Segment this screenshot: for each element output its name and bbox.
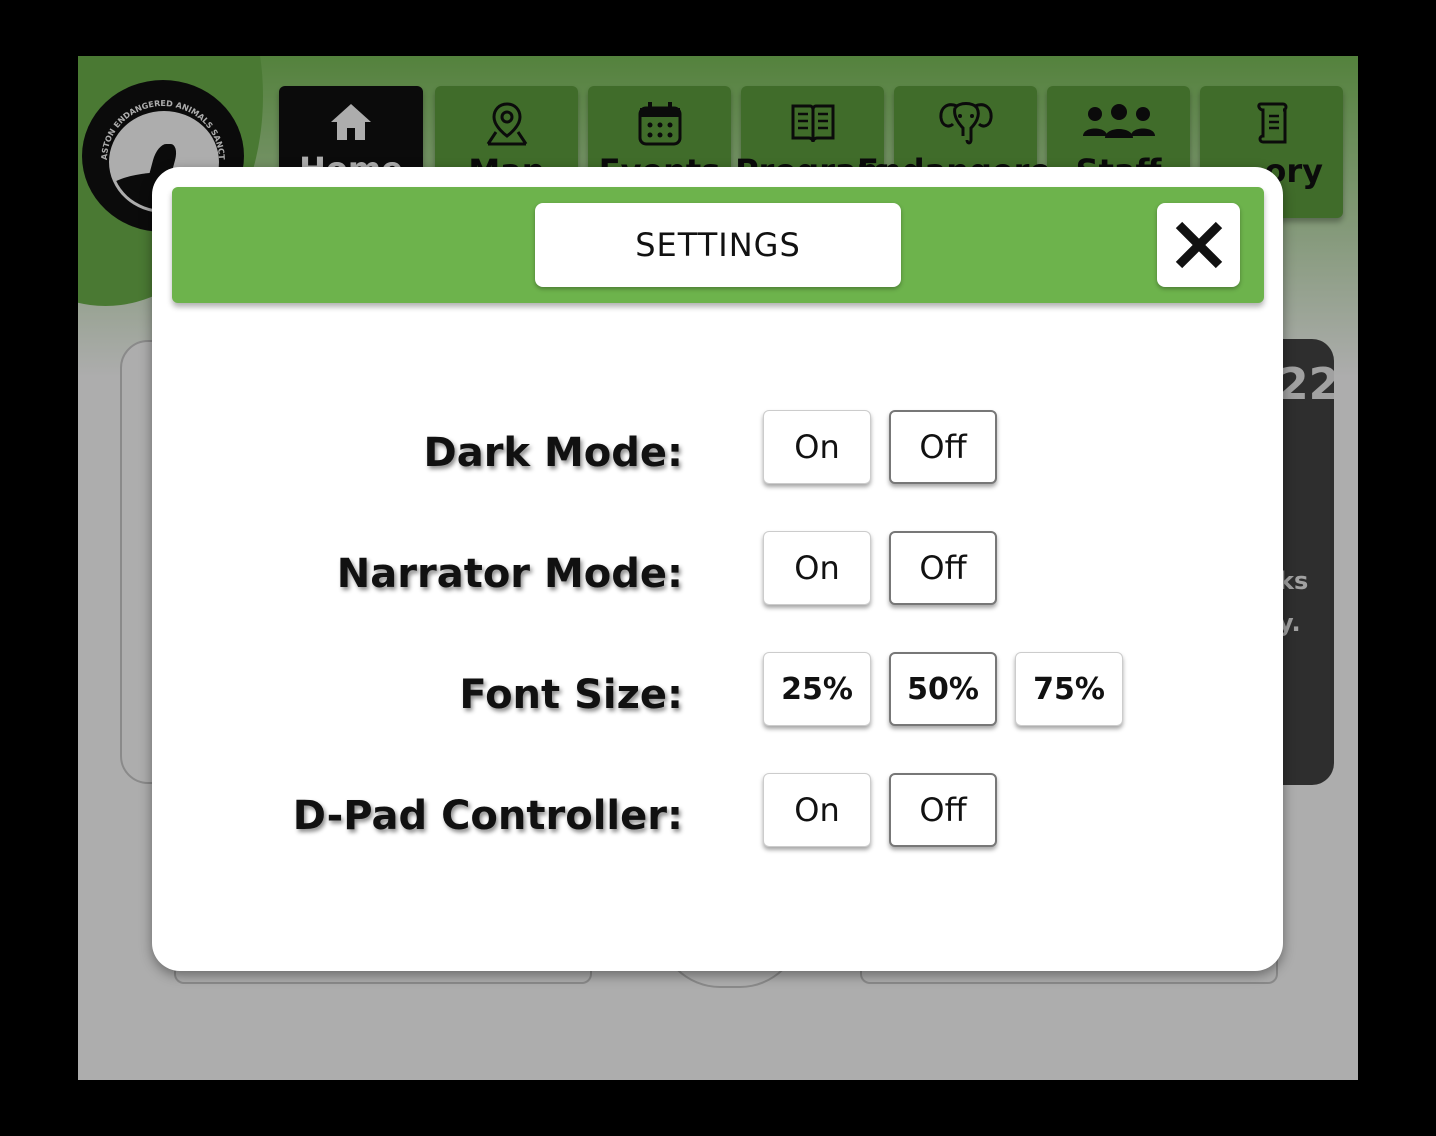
close-icon: [1175, 221, 1222, 269]
close-button[interactable]: [1157, 203, 1240, 287]
dark-mode-on-button[interactable]: On: [763, 410, 871, 484]
font-size-75-button[interactable]: 75%: [1015, 652, 1123, 726]
dpad-controller-label: D-Pad Controller:: [292, 793, 683, 839]
settings-modal: SETTINGS Dark Mode: On Off Narrator Mode…: [152, 167, 1283, 971]
font-size-label: Font Size:: [459, 672, 683, 718]
dark-mode-label: Dark Mode:: [423, 430, 684, 476]
narrator-mode-off-button[interactable]: Off: [889, 531, 997, 605]
font-size-25-button[interactable]: 25%: [763, 652, 871, 726]
font-size-50-button[interactable]: 50%: [889, 652, 997, 726]
narrator-mode-label: Narrator Mode:: [336, 551, 683, 597]
narrator-mode-on-button[interactable]: On: [763, 531, 871, 605]
dpad-controller-off-button[interactable]: Off: [889, 773, 997, 847]
app-window: ASTON ENDANGERED ANIMALS SANCTUARY Home …: [78, 56, 1358, 1080]
dark-mode-off-button[interactable]: Off: [889, 410, 997, 484]
settings-title: SETTINGS: [535, 203, 901, 287]
settings-header: SETTINGS: [172, 187, 1264, 303]
dpad-controller-on-button[interactable]: On: [763, 773, 871, 847]
